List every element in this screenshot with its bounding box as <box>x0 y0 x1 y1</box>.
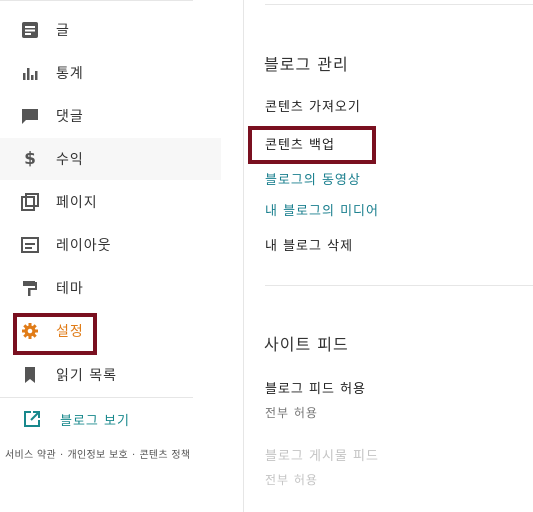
post-feed-label[interactable]: 블로그 게시물 피드 <box>265 445 379 464</box>
sidebar-item-comments[interactable]: 댓글 <box>0 95 221 137</box>
sidebar-item-stats[interactable]: 통계 <box>0 52 221 94</box>
bookmark-icon <box>20 365 40 385</box>
section-divider <box>265 285 533 286</box>
footer-separator: · <box>59 450 64 461</box>
import-content-link[interactable]: 콘텐츠 가져오기 <box>265 96 361 115</box>
sidebar-item-reading-list[interactable]: 읽기 목록 <box>0 354 221 396</box>
sidebar-item-label: 댓글 <box>56 109 84 125</box>
privacy-link[interactable]: 개인정보 보호 <box>67 450 127 461</box>
settings-content: 블로그 관리 콘텐츠 가져오기 콘텐츠 백업 블로그의 동영상 내 블로그의 미… <box>244 0 533 512</box>
sidebar-item-label: 읽기 목록 <box>56 368 117 384</box>
footer-separator: · <box>131 450 136 461</box>
layout-icon <box>20 235 40 255</box>
sidebar-item-layout[interactable]: 레이아웃 <box>0 224 221 266</box>
sidebar-top-divider <box>0 0 193 1</box>
sidebar-item-label: 페이지 <box>56 195 98 211</box>
allow-blog-feed-label[interactable]: 블로그 피드 허용 <box>265 378 366 397</box>
content-policy-link[interactable]: 콘텐츠 정책 <box>139 450 190 461</box>
sidebar-item-pages[interactable]: 페이지 <box>0 181 221 223</box>
terms-link[interactable]: 서비스 약관 <box>5 450 56 461</box>
view-blog-label: 블로그 보기 <box>60 413 130 429</box>
dollar-icon: $ <box>24 149 36 169</box>
backup-highlight-box <box>248 126 376 164</box>
view-blog-link[interactable]: 블로그 보기 <box>0 398 221 440</box>
sidebar-item-label: 수익 <box>56 152 84 168</box>
section-divider <box>265 4 533 5</box>
sidebar-item-theme[interactable]: 테마 <box>0 267 221 309</box>
delete-blog-link[interactable]: 내 블로그 삭제 <box>265 235 353 254</box>
sidebar-footer: 서비스 약관 · 개인정보 보호 · 콘텐츠 정책 <box>5 446 190 461</box>
posts-icon <box>20 20 40 40</box>
external-link-icon <box>22 409 42 429</box>
allow-blog-feed-value: 전부 허용 <box>265 406 318 420</box>
sidebar-item-label: 테마 <box>56 281 84 297</box>
sidebar-item-earnings[interactable]: $ 수익 <box>0 138 221 180</box>
sidebar-item-label: 글 <box>56 23 70 39</box>
site-feed-title: 사이트 피드 <box>264 335 349 354</box>
blog-videos-link[interactable]: 블로그의 동영상 <box>265 169 361 188</box>
blog-media-link[interactable]: 내 블로그의 미디어 <box>265 200 379 219</box>
paint-roller-icon <box>20 278 40 298</box>
blog-management-title: 블로그 관리 <box>264 55 349 74</box>
comments-icon <box>20 106 40 126</box>
stats-icon <box>20 63 40 83</box>
sidebar-item-label: 레이아웃 <box>56 238 112 254</box>
settings-highlight-box <box>13 313 97 355</box>
post-feed-value: 전부 허용 <box>265 473 318 487</box>
sidebar-item-label: 통계 <box>56 66 84 82</box>
sidebar-item-posts[interactable]: 글 <box>0 9 221 51</box>
pages-icon <box>20 192 40 212</box>
sidebar: 글 통계 댓글 $ 수익 페이지 레이아웃 테마 설정 읽기 목록 블로그 보기… <box>0 0 244 512</box>
